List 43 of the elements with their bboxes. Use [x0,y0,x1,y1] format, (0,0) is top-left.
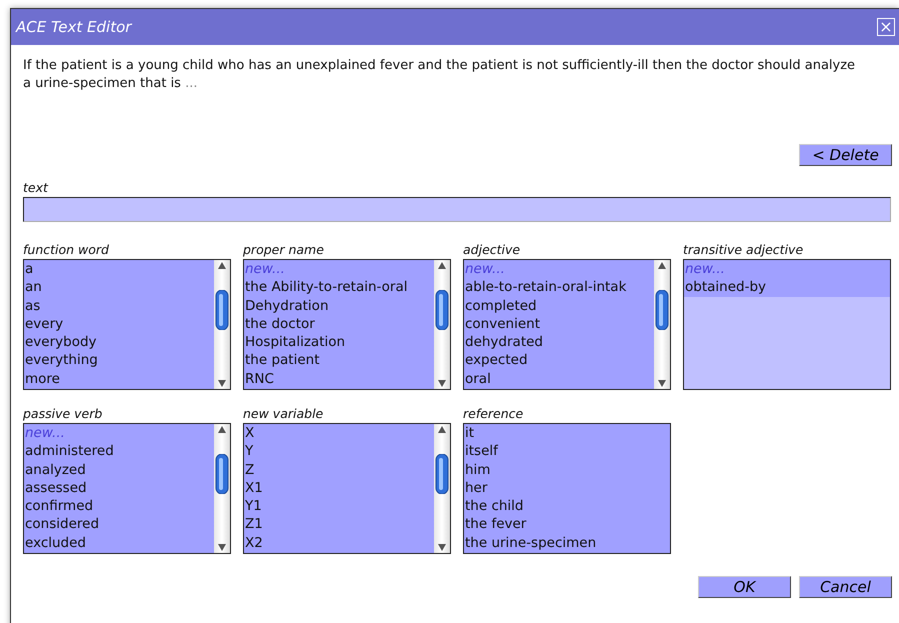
close-button[interactable]: × [877,18,895,36]
word-list[interactable]: new... administered analyzed assessed confirmed considered excluded [23,423,231,554]
window-title: ACE Text Editor [16,18,132,36]
word-list[interactable]: X Y Z X1 Y1 Z1 X2 [243,423,451,554]
scroll-thumb[interactable] [215,290,229,330]
scroll-thumb[interactable] [435,290,449,330]
up-arrow-icon[interactable] [218,262,226,269]
word-list[interactable]: a an as every everybody everything more [23,259,231,390]
up-arrow-icon[interactable] [438,426,446,433]
text-input[interactable] [23,197,891,222]
list-label: passive verb [23,406,104,421]
up-arrow-icon[interactable] [658,262,666,269]
scroll-thumb[interactable] [215,454,229,494]
scrollbar[interactable] [214,424,230,553]
list-item[interactable]: obtained-by [684,278,890,297]
word-list[interactable]: new... obtained-by [683,259,891,390]
down-arrow-icon[interactable] [438,544,446,551]
word-list[interactable]: it itself him her the child the fever the urine-specimen [463,423,671,554]
sentence-text: If the patient is a young child who has an unexplained fever and the patient is not sufficiently-ill then the doctor should analyze a urine-specimen that is ... [23,57,856,93]
cancel-button[interactable]: Cancel [799,576,892,598]
list-label: adjective [463,242,522,257]
scroll-thumb[interactable] [435,454,449,494]
word-list[interactable]: new... able-to-retain-oral-intak completed convenient dehydrated expected oral [463,259,671,390]
down-arrow-icon[interactable] [218,380,226,387]
scrollbar[interactable] [434,260,450,389]
list-label: function word [23,242,110,257]
scroll-thumb[interactable] [655,290,669,330]
scrollbar[interactable] [214,260,230,389]
ok-button[interactable]: OK [698,576,791,598]
list-label: proper name [243,242,325,257]
scrollbar[interactable] [654,260,670,389]
delete-button[interactable]: < Delete [799,144,892,166]
down-arrow-icon[interactable] [218,544,226,551]
list-label: transitive adjective [683,242,804,257]
list-label: reference [463,406,524,421]
word-list[interactable]: new... the Ability-to-retain-oral Dehydration the doctor Hospitalization the patient RNC [243,259,451,390]
field-label: text [23,180,50,195]
scrollbar[interactable] [434,424,450,553]
down-arrow-icon[interactable] [438,380,446,387]
up-arrow-icon[interactable] [218,426,226,433]
down-arrow-icon[interactable] [658,380,666,387]
list-label: new variable [243,406,324,421]
up-arrow-icon[interactable] [438,262,446,269]
